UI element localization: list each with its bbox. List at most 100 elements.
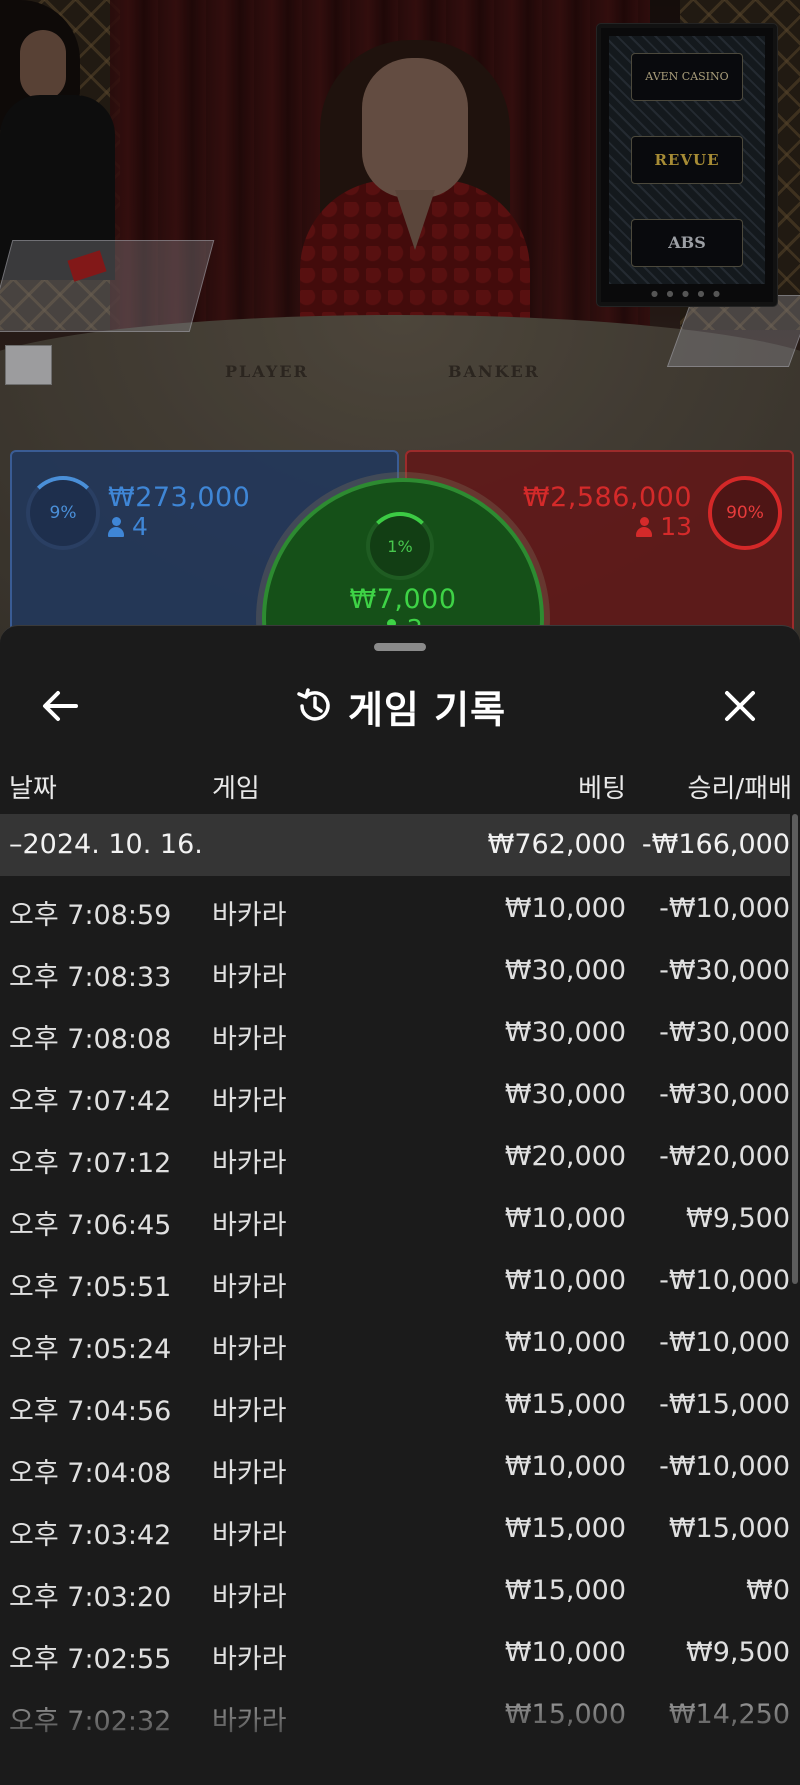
- row-game: 바카라: [212, 962, 287, 993]
- row-time: 오후 7:05:51: [9, 1272, 172, 1303]
- row-result: ₩15,000: [668, 1513, 790, 1544]
- row-game: 바카라: [212, 1706, 287, 1737]
- column-header-result: 승리/패배: [687, 774, 792, 804]
- row-time: 오후 7:04:56: [9, 1396, 172, 1427]
- row-bet: ₩30,000: [504, 1017, 626, 1048]
- row-time: 오후 7:03:20: [9, 1582, 172, 1613]
- history-row[interactable]: 오후 7:07:42 바카라 ₩30,000 -₩30,000: [0, 1064, 790, 1126]
- row-time: 오후 7:02:55: [9, 1644, 172, 1675]
- column-header-game: 게임: [212, 774, 260, 804]
- row-bet: ₩10,000: [504, 893, 626, 924]
- history-row[interactable]: 오후 7:02:55 바카라 ₩10,000 ₩9,500: [0, 1622, 790, 1684]
- game-history-sheet: 게임 기록 날짜 게임 베팅 승리/패배 –2024. 10. 16. ₩762…: [0, 625, 800, 1785]
- banker-percent-ring: 90%: [708, 476, 782, 550]
- row-result: ₩14,250: [668, 1699, 790, 1730]
- history-row[interactable]: 오후 7:08:08 바카라 ₩30,000 -₩30,000: [0, 1002, 790, 1064]
- history-list[interactable]: –2024. 10. 16. ₩762,000 -₩166,000 오후 7:0…: [0, 814, 790, 1785]
- row-result: -₩10,000: [659, 1451, 790, 1482]
- history-row[interactable]: 오후 7:04:08 바카라 ₩10,000 -₩10,000: [0, 1436, 790, 1498]
- row-bet: ₩10,000: [504, 1451, 626, 1482]
- row-time: 오후 7:08:33: [9, 962, 172, 993]
- history-row[interactable]: 오후 7:03:20 바카라 ₩15,000 ₩0: [0, 1560, 790, 1622]
- history-table-header: 날짜 게임 베팅 승리/패배: [0, 756, 800, 811]
- history-row[interactable]: 오후 7:07:12 바카라 ₩20,000 -₩20,000: [0, 1126, 790, 1188]
- close-button[interactable]: [710, 676, 770, 736]
- history-row[interactable]: 오후 7:08:33 바카라 ₩30,000 -₩30,000: [0, 940, 790, 1002]
- history-row[interactable]: 오후 7:06:45 바카라 ₩10,000 ₩9,500: [0, 1188, 790, 1250]
- history-row[interactable]: 오후 7:08:59 바카라 ₩10,000 -₩10,000: [0, 878, 790, 940]
- row-result: -₩30,000: [659, 1079, 790, 1110]
- row-game: 바카라: [212, 1644, 287, 1675]
- row-game: 바카라: [212, 1458, 287, 1489]
- row-bet: ₩10,000: [504, 1327, 626, 1358]
- person-icon: [108, 517, 124, 537]
- scrollbar[interactable]: [792, 814, 798, 1284]
- row-result: -₩30,000: [659, 1017, 790, 1048]
- date-group-result-total: -₩166,000: [641, 829, 790, 860]
- row-result: -₩10,000: [659, 1327, 790, 1358]
- row-bet: ₩15,000: [504, 1513, 626, 1544]
- tie-percent: 1%: [387, 536, 413, 556]
- row-game: 바카라: [212, 1086, 287, 1117]
- date-group-row[interactable]: –2024. 10. 16. ₩762,000 -₩166,000: [0, 814, 790, 876]
- row-time: 오후 7:05:24: [9, 1334, 172, 1365]
- column-header-date: 날짜: [9, 774, 57, 804]
- person-icon: [636, 517, 653, 537]
- history-row[interactable]: 오후 7:05:51 바카라 ₩10,000 -₩10,000: [0, 1250, 790, 1312]
- row-time: 오후 7:08:59: [9, 900, 172, 931]
- banker-bettor-count: 13: [636, 512, 692, 541]
- row-result: -₩20,000: [659, 1141, 790, 1172]
- close-icon: [725, 691, 755, 721]
- tie-total-bet: ₩7,000: [349, 584, 457, 615]
- history-row[interactable]: 오후 7:03:42 바카라 ₩15,000 ₩15,000: [0, 1498, 790, 1560]
- row-result: -₩10,000: [659, 1265, 790, 1296]
- row-time: 오후 7:06:45: [9, 1210, 172, 1241]
- date-group-bet-total: ₩762,000: [487, 829, 626, 860]
- row-result: -₩30,000: [659, 955, 790, 986]
- player-percent: 9%: [49, 503, 77, 523]
- history-row[interactable]: 오후 7:02:32 바카라 ₩15,000 ₩14,250: [0, 1684, 790, 1746]
- row-bet: ₩10,000: [504, 1265, 626, 1296]
- banker-total-bet: ₩2,586,000: [522, 482, 692, 513]
- history-row[interactable]: 오후 7:05:24 바카라 ₩10,000 -₩10,000: [0, 1312, 790, 1374]
- player-bettor-count: 4: [108, 512, 148, 541]
- history-row[interactable]: 오후 7:04:56 바카라 ₩15,000 -₩15,000: [0, 1374, 790, 1436]
- row-bet: ₩30,000: [504, 1079, 626, 1110]
- row-bet: ₩15,000: [504, 1699, 626, 1730]
- history-icon: [297, 688, 330, 721]
- row-bet: ₩20,000: [504, 1141, 626, 1172]
- row-bet: ₩15,000: [504, 1575, 626, 1606]
- row-result: -₩10,000: [659, 893, 790, 924]
- row-game: 바카라: [212, 1520, 287, 1551]
- row-time: 오후 7:02:32: [9, 1706, 172, 1737]
- row-result: ₩0: [746, 1575, 790, 1606]
- row-game: 바카라: [212, 1024, 287, 1055]
- row-time: 오후 7:07:42: [9, 1086, 172, 1117]
- tie-percent-ring: 1%: [366, 512, 434, 580]
- sheet-title-group: 게임 기록: [0, 676, 800, 736]
- row-bet: ₩30,000: [504, 955, 626, 986]
- row-bet: ₩15,000: [504, 1389, 626, 1420]
- row-game: 바카라: [212, 1396, 287, 1427]
- row-game: 바카라: [212, 1582, 287, 1613]
- sheet-title: 게임 기록: [347, 687, 507, 732]
- row-game: 바카라: [212, 1272, 287, 1303]
- sheet-header: 게임 기록: [0, 661, 800, 771]
- row-time: 오후 7:04:08: [9, 1458, 172, 1489]
- row-game: 바카라: [212, 1334, 287, 1365]
- drag-handle[interactable]: [374, 643, 426, 651]
- row-bet: ₩10,000: [504, 1637, 626, 1668]
- player-total-bet: ₩273,000: [108, 482, 251, 513]
- date-group-date: –2024. 10. 16.: [9, 829, 203, 860]
- row-time: 오후 7:08:08: [9, 1024, 172, 1055]
- row-time: 오후 7:03:42: [9, 1520, 172, 1551]
- row-bet: ₩10,000: [504, 1203, 626, 1234]
- banker-percent: 90%: [726, 503, 764, 523]
- column-header-bet: 베팅: [578, 774, 626, 804]
- player-percent-ring: 9%: [26, 476, 100, 550]
- row-game: 바카라: [212, 1148, 287, 1179]
- row-time: 오후 7:07:12: [9, 1148, 172, 1179]
- row-game: 바카라: [212, 1210, 287, 1241]
- row-result: ₩9,500: [686, 1637, 790, 1668]
- row-result: ₩9,500: [686, 1203, 790, 1234]
